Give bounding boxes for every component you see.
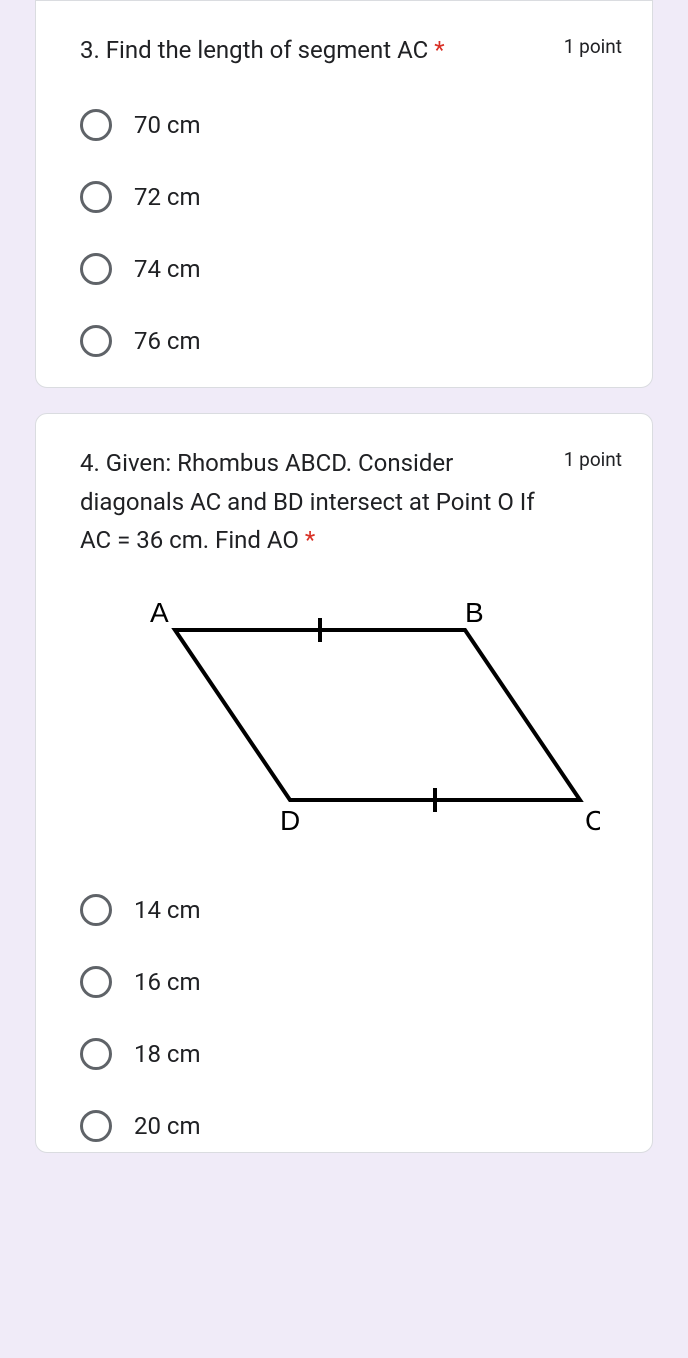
question-header: 4. Given: Rhombus ABCD. Consider diagona… [80, 444, 622, 559]
rhombus-shape [175, 630, 580, 800]
rhombus-diagram: A B C D [80, 590, 622, 854]
option-label: 76 cm [134, 327, 201, 355]
radio-icon [80, 325, 112, 357]
rhombus-svg: A B C D [80, 590, 600, 850]
option-18cm[interactable]: 18 cm [80, 1038, 622, 1070]
question-header: 3. Find the length of segment AC * 1 poi… [80, 31, 622, 69]
label-d: D [280, 805, 300, 836]
question-text: 4. Given: Rhombus ABCD. Consider diagona… [80, 444, 544, 559]
option-label: 20 cm [134, 1112, 201, 1140]
options-group: 70 cm 72 cm 74 cm 76 cm [80, 109, 622, 357]
option-label: 18 cm [134, 1040, 201, 1068]
label-c: C [585, 805, 600, 836]
radio-icon [80, 1038, 112, 1070]
option-label: 14 cm [134, 896, 201, 924]
option-76cm[interactable]: 76 cm [80, 325, 622, 357]
question-title: 3. Find the length of segment AC [80, 36, 428, 64]
radio-icon [80, 181, 112, 213]
option-72cm[interactable]: 72 cm [80, 181, 622, 213]
option-label: 70 cm [134, 111, 201, 139]
label-b: B [465, 597, 484, 628]
required-indicator: * [305, 526, 315, 554]
required-indicator: * [434, 36, 444, 64]
question-card-3: 3. Find the length of segment AC * 1 poi… [35, 0, 653, 388]
radio-icon [80, 253, 112, 285]
options-group: 14 cm 16 cm 18 cm 20 cm [80, 894, 622, 1142]
option-label: 72 cm [134, 183, 201, 211]
option-14cm[interactable]: 14 cm [80, 894, 622, 926]
option-label: 74 cm [134, 255, 201, 283]
radio-icon [80, 894, 112, 926]
option-label: 16 cm [134, 968, 201, 996]
option-16cm[interactable]: 16 cm [80, 966, 622, 998]
points-label: 1 point [564, 444, 622, 471]
option-20cm[interactable]: 20 cm [80, 1110, 622, 1142]
label-a: A [150, 597, 169, 628]
points-label: 1 point [564, 31, 622, 58]
radio-icon [80, 109, 112, 141]
option-74cm[interactable]: 74 cm [80, 253, 622, 285]
radio-icon [80, 1110, 112, 1142]
radio-icon [80, 966, 112, 998]
question-card-4: 4. Given: Rhombus ABCD. Consider diagona… [35, 413, 653, 1152]
question-text: 3. Find the length of segment AC * [80, 31, 544, 69]
option-70cm[interactable]: 70 cm [80, 109, 622, 141]
